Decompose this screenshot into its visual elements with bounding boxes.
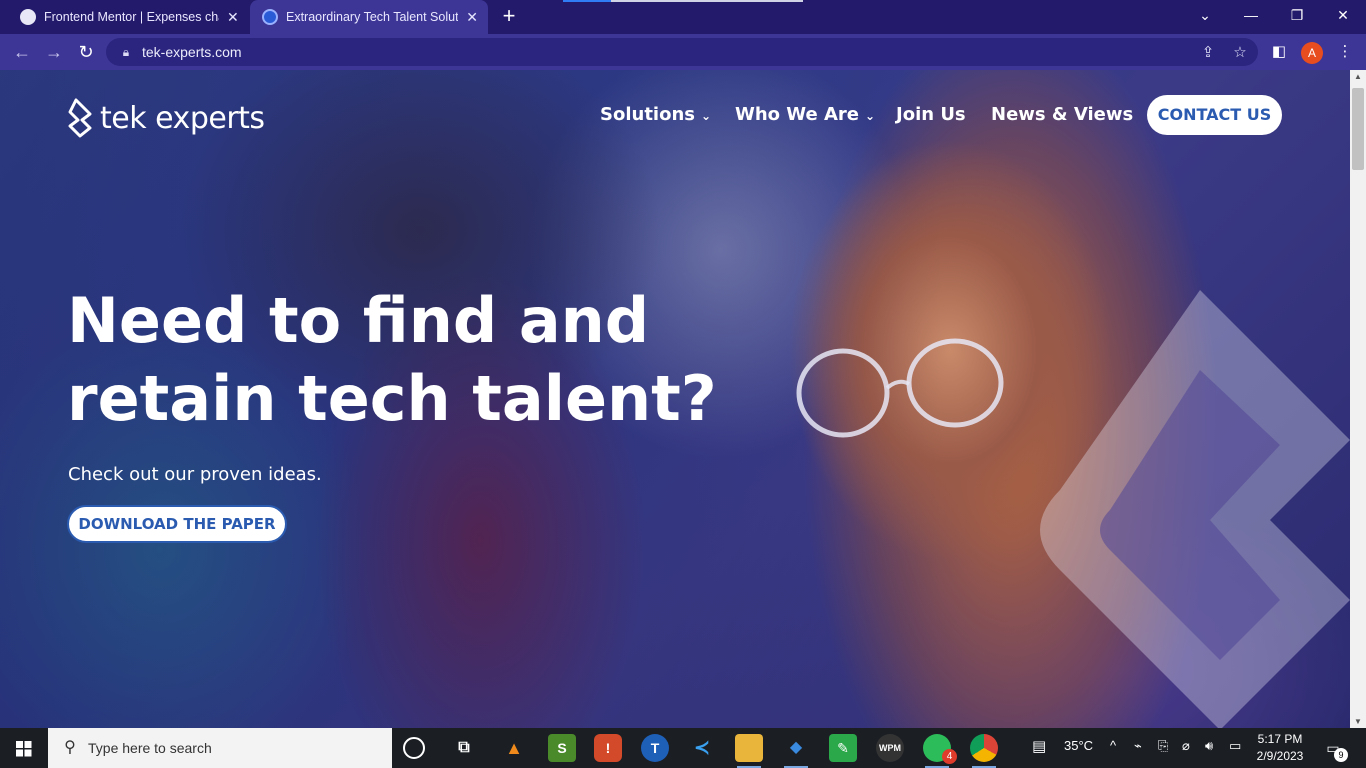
wpm-icon[interactable]: WPM <box>876 734 904 762</box>
app-blue-icon[interactable]: ◆ <box>782 734 810 768</box>
tab-frontend-mentor[interactable]: Frontend Mentor | Expenses char ✕ <box>8 0 250 34</box>
teamviewer-icon[interactable]: T <box>641 734 669 762</box>
windows-taskbar: ⚲ Type here to search ⧉ ▲ S ! T ≺ ◆ ✎ WP… <box>0 728 1366 768</box>
sublime-icon[interactable]: S <box>548 734 576 762</box>
back-button[interactable]: ← <box>10 40 34 64</box>
frontend-mentor-favicon-icon <box>20 9 36 25</box>
download-paper-button[interactable]: DOWNLOAD THE PAPER <box>67 505 287 543</box>
network-icon[interactable]: ⌁ <box>1134 738 1142 754</box>
nav-label: Who We Are <box>735 104 860 125</box>
windows-logo-icon <box>16 741 32 757</box>
profile-avatar[interactable]: A <box>1301 42 1323 64</box>
decorative-chevron-icon <box>1040 290 1350 728</box>
share-icon[interactable]: ⇪ <box>1198 43 1218 63</box>
url-text[interactable]: tek-experts.com <box>142 44 242 60</box>
side-panel-icon[interactable]: ◧ <box>1268 41 1290 63</box>
nav-news-views[interactable]: News & Views <box>991 104 1133 125</box>
tab-tek-experts[interactable]: Extraordinary Tech Talent Solution ✕ <box>250 0 488 34</box>
logo-text: tek experts <box>100 100 265 136</box>
battery-icon[interactable]: ▭ <box>1229 738 1241 754</box>
hero-photo-glasses-icon <box>796 338 1004 438</box>
tek-experts-logo-icon <box>68 98 92 138</box>
scroll-down-arrow-icon[interactable]: ▼ <box>1350 717 1366 726</box>
vscode-icon[interactable]: ≺ <box>688 734 716 762</box>
weather-text[interactable]: 35°C <box>1064 738 1093 753</box>
minimize-button[interactable]: — <box>1228 0 1274 30</box>
forward-button[interactable]: → <box>42 40 66 64</box>
chrome-icon[interactable] <box>970 734 998 768</box>
meet-now-icon[interactable]: ⎘ <box>1158 738 1168 754</box>
news-widget-icon[interactable]: ▤ <box>1032 737 1046 755</box>
nav-join-us[interactable]: Join Us <box>896 104 966 125</box>
tab-close-icon[interactable]: ✕ <box>466 9 478 26</box>
page-scrollbar[interactable]: ▲ ▼ <box>1350 70 1366 728</box>
bookmark-star-icon[interactable]: ☆ <box>1230 43 1250 63</box>
lock-icon[interactable]: 🔒︎ <box>118 44 134 60</box>
taskbar-search[interactable]: ⚲ Type here to search <box>48 728 392 768</box>
file-explorer-icon[interactable] <box>735 734 763 768</box>
scrollbar-thumb[interactable] <box>1352 88 1364 170</box>
hero-headline: Need to find and retain tech talent? <box>67 282 717 438</box>
task-view-icon[interactable]: ⧉ <box>450 734 478 762</box>
nav-label: Solutions <box>600 104 695 125</box>
close-window-button[interactable]: ✕ <box>1320 0 1366 30</box>
tab-search-button[interactable]: ⌄ <box>1182 0 1228 30</box>
hero-subline: Check out our proven ideas. <box>68 464 322 485</box>
reload-button[interactable]: ↻ <box>74 40 98 64</box>
show-hidden-icons-icon[interactable]: ^ <box>1110 738 1116 753</box>
notification-center-icon[interactable]: ▭ 9 <box>1322 737 1348 762</box>
chevron-down-icon: ⌄ <box>865 109 876 123</box>
search-icon: ⚲ <box>64 739 76 756</box>
new-tab-button[interactable]: + <box>498 4 520 30</box>
cortana-icon[interactable] <box>403 737 425 759</box>
nav-solutions[interactable]: Solutions ⌄ <box>600 104 711 125</box>
page-load-progress <box>563 0 803 2</box>
contact-us-button[interactable]: CONTACT US <box>1147 95 1282 135</box>
vlc-icon[interactable]: ▲ <box>500 734 528 762</box>
volume-icon[interactable]: 🔊︎ <box>1205 738 1213 754</box>
hero-section: tek experts Solutions ⌄ Who We Are ⌄ Join … <box>0 70 1350 728</box>
chevron-down-icon: ⌄ <box>700 109 712 123</box>
notification-count: 9 <box>1334 748 1348 762</box>
hero-headline-line: retain tech talent? <box>67 362 717 435</box>
wifi-off-icon[interactable]: ⌀ <box>1182 738 1190 754</box>
whatsapp-icon[interactable]: 4 <box>923 734 957 768</box>
app-red-icon[interactable]: ! <box>594 734 622 762</box>
site-logo[interactable]: tek experts <box>66 98 265 138</box>
search-placeholder: Type here to search <box>88 740 212 756</box>
tab-close-icon[interactable]: ✕ <box>227 9 239 26</box>
address-bar[interactable]: 🔒︎ tek-experts.com ⇪ ☆ <box>106 38 1258 66</box>
tab-title: Extraordinary Tech Talent Solution <box>286 10 459 24</box>
tab-strip: Frontend Mentor | Expenses char ✕ Extrao… <box>0 0 1366 34</box>
clock-time: 5:17 PM <box>1257 732 1303 746</box>
toolbar: ← → ↻ 🔒︎ tek-experts.com ⇪ ☆ ◧ A ⋮ <box>0 34 1366 70</box>
chrome-menu-icon[interactable]: ⋮ <box>1334 41 1356 63</box>
page-load-progress-fill <box>563 0 611 2</box>
scroll-up-arrow-icon[interactable]: ▲ <box>1350 72 1366 81</box>
start-button[interactable] <box>0 728 48 768</box>
restore-button[interactable]: ❐ <box>1274 0 1320 30</box>
taskbar-clock[interactable]: 5:17 PM 2/9/2023 <box>1252 731 1308 765</box>
hero-headline-line: Need to find and <box>67 284 650 357</box>
tab-title: Frontend Mentor | Expenses char <box>44 10 219 24</box>
tek-experts-favicon-icon <box>262 9 278 25</box>
clock-date: 2/9/2023 <box>1256 749 1304 763</box>
nav-who-we-are[interactable]: Who We Are ⌄ <box>735 104 875 125</box>
notepad-icon[interactable]: ✎ <box>829 734 857 762</box>
whatsapp-badge: 4 <box>942 749 957 764</box>
